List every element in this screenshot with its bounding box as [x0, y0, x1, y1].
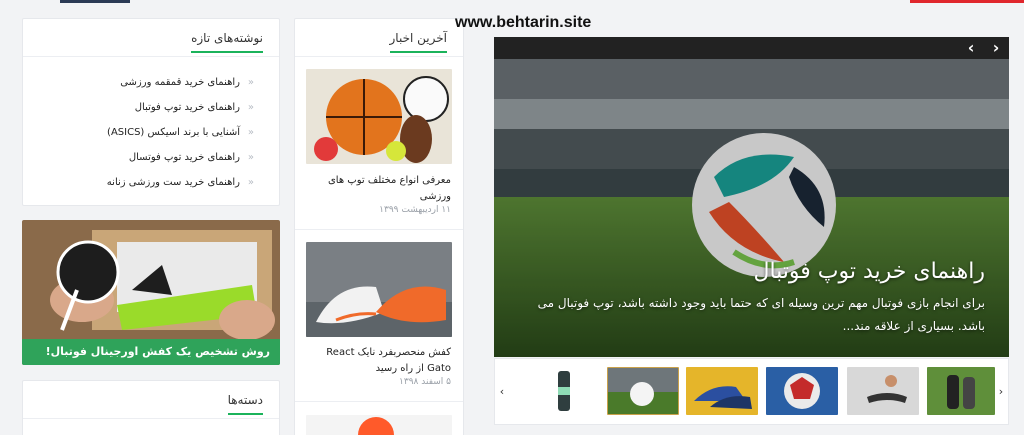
recent-posts-list: «راهنمای خرید قمقمه ورزشی «راهنمای خرید … [107, 70, 254, 195]
news-thumbnail[interactable] [306, 415, 452, 435]
slider-prev-button[interactable]: ‹ [961, 39, 981, 59]
sports-balls-image [306, 69, 452, 164]
recent-post-link[interactable]: «راهنمای خرید ست ورزشی زنانه [107, 170, 254, 195]
chevron-double-left-icon: « [247, 176, 254, 188]
news-title[interactable]: کفش منحصربفرد نایک React Gato از راه رسی… [311, 345, 451, 377]
news-image [306, 415, 452, 435]
promo-caption: روش تشخیص یک کفش اورجینال فوتبال! [22, 339, 280, 365]
slider-thumb[interactable] [927, 367, 995, 415]
water-bottle-image [528, 367, 600, 415]
slider-thumb[interactable] [766, 367, 838, 415]
football-thumb-image [608, 368, 678, 414]
thumbs-next-button[interactable]: › [994, 359, 1008, 424]
slider-thumb[interactable] [528, 367, 600, 415]
news-thumbnail[interactable] [306, 69, 452, 164]
recent-post-link[interactable]: «راهنمای خرید توپ فوتسال [107, 145, 254, 170]
news-title[interactable]: معرفی انواع مختلف توپ های ورزشی [311, 173, 451, 205]
recent-posts-title: نوشته‌های تازه [191, 31, 263, 53]
categories-widget: دسته‌ها [22, 380, 280, 435]
news-thumbnail[interactable] [306, 242, 452, 337]
categories-title: دسته‌ها [227, 393, 263, 415]
site-watermark: www.behtarin.site [455, 14, 592, 31]
top-accent-left [60, 0, 130, 3]
news-date: ۱۱ اردیبهشت ۱۳۹۹ [379, 205, 451, 215]
recent-post-link[interactable]: «راهنمای خرید قمقمه ورزشی [107, 70, 254, 95]
top-accent-right [910, 0, 1024, 3]
slider-thumb[interactable] [607, 367, 679, 415]
chevron-double-left-icon: « [247, 76, 254, 88]
slider-thumb[interactable] [847, 367, 919, 415]
chevron-double-left-icon: « [247, 151, 254, 163]
promo-banner[interactable]: روش تشخیص یک کفش اورجینال فوتبال! [22, 220, 280, 365]
nike-shoes-image [306, 242, 452, 337]
futsal-ball-image [766, 367, 838, 415]
shin-guards-image [927, 367, 995, 415]
recent-post-link[interactable]: «راهنمای خرید توپ فوتبال [107, 95, 254, 120]
slide-excerpt: برای انجام بازی فوتبال مهم ترین وسیله ای… [537, 296, 985, 333]
women-sportswear-image [847, 367, 919, 415]
latest-news-title: آخرین اخبار [389, 31, 447, 53]
thumbs-prev-button[interactable]: ‹ [495, 359, 509, 424]
asics-shoes-image [686, 367, 758, 415]
chevron-double-left-icon: « [247, 126, 254, 138]
chevron-double-left-icon: « [247, 101, 254, 113]
news-date: ۵ اسفند ۱۳۹۸ [399, 377, 451, 387]
slider-thumb[interactable] [686, 367, 758, 415]
slide-title[interactable]: راهنمای خرید توپ فوتبال [753, 259, 985, 284]
recent-post-link[interactable]: «آشنایی با برند اسیکس (ASICS) [107, 120, 254, 145]
featured-slider[interactable]: ‹ › راهنمای خرید توپ فوتبال برای انجام ب… [494, 37, 1009, 357]
slider-thumbnails: ‹ › [494, 358, 1009, 425]
slider-next-button[interactable]: › [986, 39, 1006, 59]
